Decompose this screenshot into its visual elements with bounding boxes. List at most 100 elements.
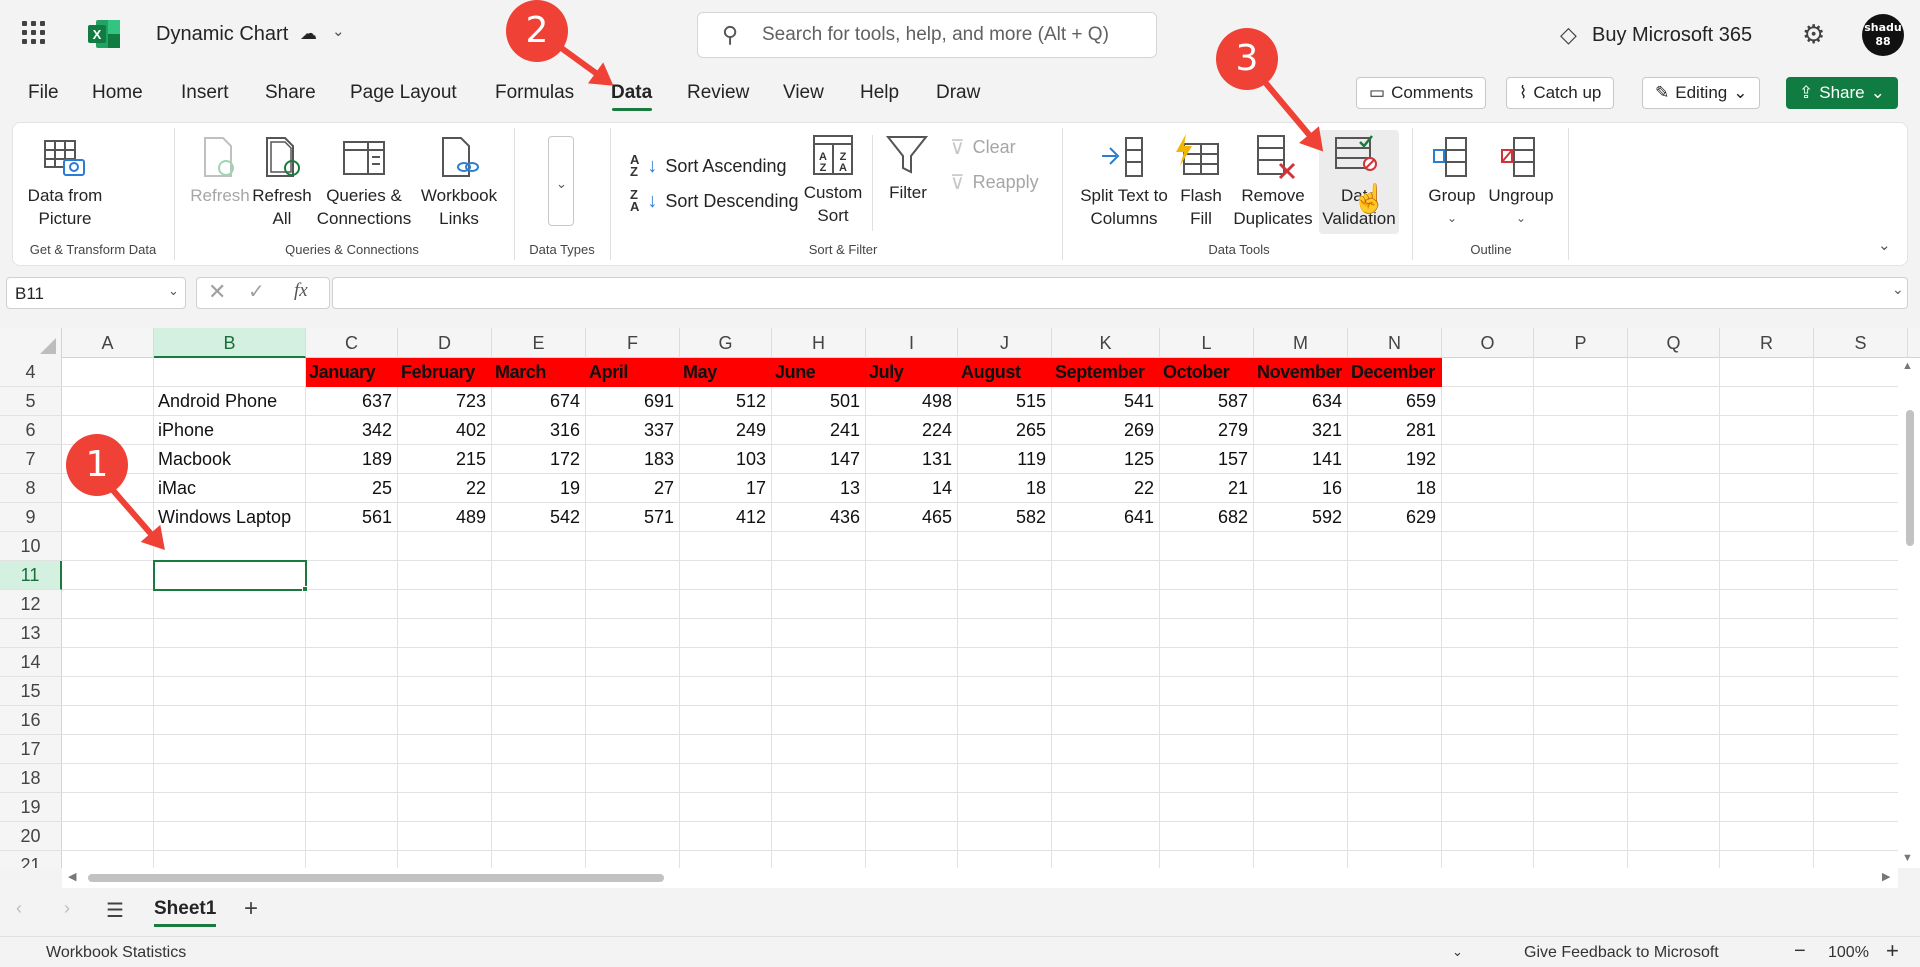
value-cell[interactable]: 542 <box>492 503 586 532</box>
value-cell[interactable]: 265 <box>958 416 1052 445</box>
value-cell[interactable]: 412 <box>680 503 772 532</box>
month-header-cell[interactable]: April <box>586 358 680 387</box>
value-cell[interactable]: 249 <box>680 416 772 445</box>
tab-data[interactable]: Data <box>611 82 652 104</box>
column-header-n[interactable]: N <box>1348 328 1442 358</box>
row-header-19[interactable]: 19 <box>0 793 62 822</box>
tab-formulas[interactable]: Formulas <box>495 82 574 104</box>
column-header-m[interactable]: M <box>1254 328 1348 358</box>
value-cell[interactable]: 342 <box>306 416 398 445</box>
month-header-cell[interactable]: October <box>1160 358 1254 387</box>
refresh-button[interactable]: Refresh <box>188 184 252 207</box>
value-cell[interactable]: 125 <box>1052 445 1160 474</box>
row-header-11[interactable]: 11 <box>0 561 62 590</box>
column-header-s[interactable]: S <box>1814 328 1908 358</box>
value-cell[interactable]: 16 <box>1254 474 1348 503</box>
product-label-cell[interactable]: Macbook <box>154 445 306 474</box>
value-cell[interactable]: 337 <box>586 416 680 445</box>
check-icon[interactable]: ✓ <box>248 279 265 304</box>
refresh-all-button[interactable]: Refresh All <box>250 184 314 230</box>
scroll-left-icon[interactable]: ◀ <box>68 870 76 883</box>
row-header-18[interactable]: 18 <box>0 764 62 793</box>
value-cell[interactable]: 465 <box>866 503 958 532</box>
tab-draw[interactable]: Draw <box>936 82 980 104</box>
column-header-a[interactable]: A <box>62 328 154 358</box>
flash-fill-button[interactable]: Flash Fill <box>1170 184 1232 230</box>
tab-review[interactable]: Review <box>687 82 749 104</box>
value-cell[interactable]: 436 <box>772 503 866 532</box>
zoom-in-icon[interactable]: + <box>1886 938 1899 964</box>
value-cell[interactable]: 22 <box>1052 474 1160 503</box>
column-header-q[interactable]: Q <box>1628 328 1720 358</box>
value-cell[interactable]: 13 <box>772 474 866 503</box>
formula-input[interactable] <box>332 277 1908 309</box>
tab-file[interactable]: File <box>28 82 59 104</box>
value-cell[interactable]: 19 <box>492 474 586 503</box>
row-header-16[interactable]: 16 <box>0 706 62 735</box>
row-header-13[interactable]: 13 <box>0 619 62 648</box>
tab-insert[interactable]: Insert <box>181 82 229 104</box>
value-cell[interactable]: 224 <box>866 416 958 445</box>
worksheet-grid[interactable]: A B C D E F G H I J K L M N O P Q R S 4 5 6 7 8 9 10 11 12 13 14 15 16 1… <box>0 328 1920 868</box>
month-header-cell[interactable]: May <box>680 358 772 387</box>
custom-sort-button[interactable]: Custom Sort <box>794 181 872 227</box>
value-cell[interactable]: 402 <box>398 416 492 445</box>
value-cell[interactable]: 22 <box>398 474 492 503</box>
editing-mode-button[interactable]: ✎ Editing ⌄ <box>1642 77 1761 109</box>
row-header-6[interactable]: 6 <box>0 416 62 445</box>
row-header-8[interactable]: 8 <box>0 474 62 503</box>
value-cell[interactable]: 25 <box>306 474 398 503</box>
zoom-level[interactable]: 100% <box>1828 944 1869 962</box>
ungroup-button[interactable]: Ungroup ⌄ <box>1484 184 1558 230</box>
split-text-to-columns-button[interactable]: Split Text to Columns <box>1072 184 1176 230</box>
catch-up-button[interactable]: ⌇ Catch up <box>1506 77 1615 109</box>
remove-duplicates-button[interactable]: Remove Duplicates <box>1230 184 1316 230</box>
month-header-cell[interactable]: March <box>492 358 586 387</box>
value-cell[interactable]: 14 <box>866 474 958 503</box>
fill-handle[interactable] <box>302 586 308 592</box>
scroll-up-icon[interactable]: ▲ <box>1902 360 1913 372</box>
value-cell[interactable]: 498 <box>866 387 958 416</box>
column-header-o[interactable]: O <box>1442 328 1534 358</box>
avatar[interactable]: shadu 88 <box>1862 14 1904 56</box>
value-cell[interactable]: 629 <box>1348 503 1442 532</box>
value-cell[interactable]: 17 <box>680 474 772 503</box>
value-cell[interactable]: 541 <box>1052 387 1160 416</box>
chevron-down-icon[interactable]: ⌄ <box>1452 944 1463 960</box>
row-header-7[interactable]: 7 <box>0 445 62 474</box>
workbook-links-button[interactable]: Workbook Links <box>414 184 504 230</box>
app-launcher-icon[interactable] <box>22 21 46 45</box>
column-header-g[interactable]: G <box>680 328 772 358</box>
month-header-cell[interactable]: February <box>398 358 492 387</box>
value-cell[interactable]: 723 <box>398 387 492 416</box>
value-cell[interactable]: 691 <box>586 387 680 416</box>
month-header-cell[interactable]: September <box>1052 358 1160 387</box>
value-cell[interactable]: 592 <box>1254 503 1348 532</box>
previous-sheet-icon[interactable]: ‹ <box>16 898 22 919</box>
value-cell[interactable]: 131 <box>866 445 958 474</box>
month-header-cell[interactable]: July <box>866 358 958 387</box>
column-header-l[interactable]: L <box>1160 328 1254 358</box>
product-label-cell[interactable]: iMac <box>154 474 306 503</box>
reapply-button[interactable]: ⊽ Reapply <box>950 170 1039 195</box>
column-header-f[interactable]: F <box>586 328 680 358</box>
data-from-picture-button[interactable]: Data from Picture <box>18 184 112 230</box>
value-cell[interactable]: 674 <box>492 387 586 416</box>
value-cell[interactable]: 512 <box>680 387 772 416</box>
value-cell[interactable]: 269 <box>1052 416 1160 445</box>
value-cell[interactable]: 189 <box>306 445 398 474</box>
column-header-i[interactable]: I <box>866 328 958 358</box>
value-cell[interactable]: 18 <box>958 474 1052 503</box>
value-cell[interactable]: 571 <box>586 503 680 532</box>
search-placeholder[interactable]: Search for tools, help, and more (Alt + … <box>762 24 1109 46</box>
tab-view[interactable]: View <box>783 82 824 104</box>
value-cell[interactable]: 172 <box>492 445 586 474</box>
value-cell[interactable]: 241 <box>772 416 866 445</box>
value-cell[interactable]: 192 <box>1348 445 1442 474</box>
share-button[interactable]: ⇪ Share ⌄ <box>1786 77 1898 109</box>
value-cell[interactable]: 183 <box>586 445 680 474</box>
value-cell[interactable]: 582 <box>958 503 1052 532</box>
value-cell[interactable]: 215 <box>398 445 492 474</box>
value-cell[interactable]: 561 <box>306 503 398 532</box>
workbook-statistics-button[interactable]: Workbook Statistics <box>46 944 186 962</box>
